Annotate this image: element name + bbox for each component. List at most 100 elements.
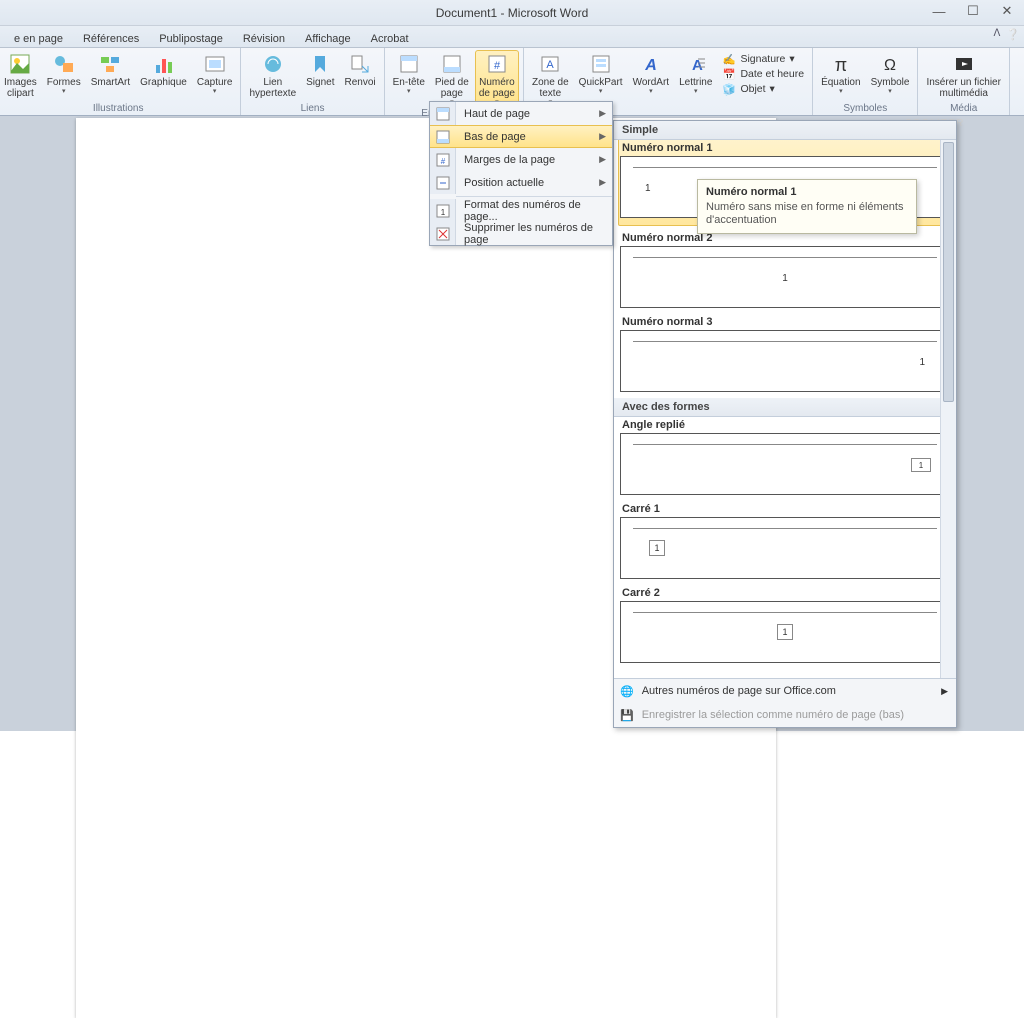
submenu-bas-de-page[interactable]: Bas de page▶ xyxy=(430,125,612,148)
numero-de-page-button[interactable]: # Numéro de page▾ xyxy=(475,50,519,108)
page-number-icon: # xyxy=(485,52,509,76)
group-illustrations: Images clipart Formes▾ SmartArt Graphiqu… xyxy=(0,48,241,115)
tooltip-normal-1: Numéro normal 1 Numéro sans mise en form… xyxy=(697,179,917,234)
signet-button[interactable]: Signet xyxy=(302,50,338,90)
page-number-submenu: Haut de page▶ Bas de page▶ # Marges de l… xyxy=(429,101,613,246)
equation-button[interactable]: π Équation▾ xyxy=(817,50,864,97)
hyperlink-icon xyxy=(261,52,285,76)
bookmark-icon xyxy=(308,52,332,76)
date-heure-button[interactable]: 📅Date et heure xyxy=(722,67,804,81)
submenu-position-actuelle[interactable]: Position actuelle▶ xyxy=(430,171,612,194)
entete-button[interactable]: En-tête▾ xyxy=(389,50,429,97)
media-icon xyxy=(952,52,976,76)
svg-text:1: 1 xyxy=(440,208,445,217)
gallery-item-angle-replie[interactable]: Angle replié 1 xyxy=(620,417,950,495)
lien-hypertexte-button[interactable]: Lien hypertexte xyxy=(245,50,300,101)
save-selection-icon: 💾 xyxy=(620,709,634,722)
titlebar: Document1 - Microsoft Word — ☐ ✕ xyxy=(0,0,1024,26)
window-controls: — ☐ ✕ xyxy=(922,0,1024,22)
maximize-button[interactable]: ☐ xyxy=(956,0,990,22)
gallery-save-selection: 💾 Enregistrer la sélection comme numéro … xyxy=(614,703,956,727)
scrollbar-thumb[interactable] xyxy=(943,142,954,402)
crossref-icon xyxy=(348,52,372,76)
minimize-ribbon-icon[interactable]: ᐱ xyxy=(993,28,1000,41)
submenu-haut-de-page[interactable]: Haut de page▶ xyxy=(430,102,612,125)
tab-publipostage[interactable]: Publipostage xyxy=(149,31,233,47)
capture-button[interactable]: Capture▾ xyxy=(193,50,237,97)
svg-text:π: π xyxy=(835,55,847,75)
screenshot-icon xyxy=(203,52,227,76)
shapes-icon xyxy=(52,52,76,76)
quickpart-button[interactable]: QuickPart▾ xyxy=(575,50,627,97)
smartart-icon xyxy=(98,52,122,76)
tab-affichage[interactable]: Affichage xyxy=(295,31,361,47)
tab-mise-en-page[interactable]: e en page xyxy=(4,31,73,47)
svg-text:A: A xyxy=(547,59,555,71)
smartart-button[interactable]: SmartArt xyxy=(87,50,134,90)
date-icon: 📅 xyxy=(722,67,736,81)
pied-de-page-button[interactable]: Pied de page▾ xyxy=(431,50,473,108)
equation-icon: π xyxy=(829,52,853,76)
tab-acrobat[interactable]: Acrobat xyxy=(361,31,419,47)
zone-texte-button[interactable]: A Zone de texte▾ xyxy=(528,50,573,108)
submenu-format-numeros[interactable]: 1 Format des numéros de page... xyxy=(430,199,612,222)
tab-revision[interactable]: Révision xyxy=(233,31,295,47)
gallery-scrollbar[interactable] xyxy=(940,140,956,678)
signature-button[interactable]: ✍Signature ▾ xyxy=(722,52,804,66)
preview-normal-3: 1 xyxy=(620,330,950,392)
page-margins-icon: # xyxy=(430,148,456,171)
page-bottom-icon xyxy=(430,126,456,147)
gallery-item-normal-2[interactable]: Numéro normal 2 1 xyxy=(620,230,950,308)
remove-icon xyxy=(430,222,456,245)
textbox-icon: A xyxy=(538,52,562,76)
ribbon-tabs: e en page Références Publipostage Révisi… xyxy=(0,26,1024,48)
object-icon: 🧊 xyxy=(722,82,736,96)
minimize-button[interactable]: — xyxy=(922,0,956,22)
group-symboles: π Équation▾ Ω Symbole▾ Symboles xyxy=(813,48,918,115)
ribbon-help-area: ᐱ ❔ xyxy=(993,28,1020,41)
lettrine-button[interactable]: A Lettrine▾ xyxy=(675,50,716,97)
group-liens: Lien hypertexte Signet Renvoi Liens xyxy=(241,48,384,115)
objet-button[interactable]: 🧊Objet ▾ xyxy=(722,82,804,96)
gallery-item-carre-1[interactable]: Carré 1 1 xyxy=(620,501,950,579)
symbol-icon: Ω xyxy=(878,52,902,76)
wordart-button[interactable]: A WordArt▾ xyxy=(629,50,674,97)
preview-normal-2: 1 xyxy=(620,246,950,308)
page-top-icon xyxy=(430,102,456,125)
close-button[interactable]: ✕ xyxy=(990,0,1024,22)
dropcap-icon: A xyxy=(684,52,708,76)
submenu-marges[interactable]: # Marges de la page▶ xyxy=(430,148,612,171)
svg-text:A: A xyxy=(692,57,703,74)
tab-references[interactable]: Références xyxy=(73,31,149,47)
header-icon xyxy=(397,52,421,76)
gallery-item-normal-3[interactable]: Numéro normal 3 1 xyxy=(620,314,950,392)
preview-carre-1: 1 xyxy=(620,517,950,579)
submenu-supprimer-numeros[interactable]: Supprimer les numéros de page xyxy=(430,222,612,245)
images-clipart-button[interactable]: Images clipart xyxy=(0,50,41,101)
graphique-button[interactable]: Graphique xyxy=(136,50,191,90)
format-icon: 1 xyxy=(430,199,456,222)
renvoi-button[interactable]: Renvoi xyxy=(341,50,380,90)
gallery-more-office[interactable]: 🌐 Autres numéros de page sur Office.com … xyxy=(614,679,956,703)
formes-button[interactable]: Formes▾ xyxy=(43,50,85,97)
chart-icon xyxy=(152,52,176,76)
inserer-fichier-multimedia-button[interactable]: Insérer un fichier multimédia xyxy=(922,50,1004,101)
svg-text:#: # xyxy=(494,60,501,72)
footer-icon xyxy=(440,52,464,76)
symbole-button[interactable]: Ω Symbole▾ xyxy=(867,50,914,97)
signature-icon: ✍ xyxy=(722,52,736,66)
preview-angle: 1 xyxy=(620,433,950,495)
texte-small-stack: ✍Signature ▾ 📅Date et heure 🧊Objet ▾ xyxy=(718,50,808,98)
group-media: Insérer un fichier multimédia Média xyxy=(918,48,1009,115)
preview-carre-2: 1 xyxy=(620,601,950,663)
clipart-icon xyxy=(8,52,32,76)
gallery-item-carre-2[interactable]: Carré 2 1 xyxy=(620,585,950,663)
help-icon[interactable]: ❔ xyxy=(1006,28,1020,41)
svg-text:#: # xyxy=(440,157,445,166)
gallery-section-formes: Avec des formes xyxy=(614,398,956,417)
svg-text:A: A xyxy=(644,57,657,74)
office-icon: 🌐 xyxy=(620,685,634,698)
gallery-section-simple: Simple xyxy=(614,121,956,140)
gallery-footer: 🌐 Autres numéros de page sur Office.com … xyxy=(614,678,956,727)
current-position-icon xyxy=(430,171,456,194)
